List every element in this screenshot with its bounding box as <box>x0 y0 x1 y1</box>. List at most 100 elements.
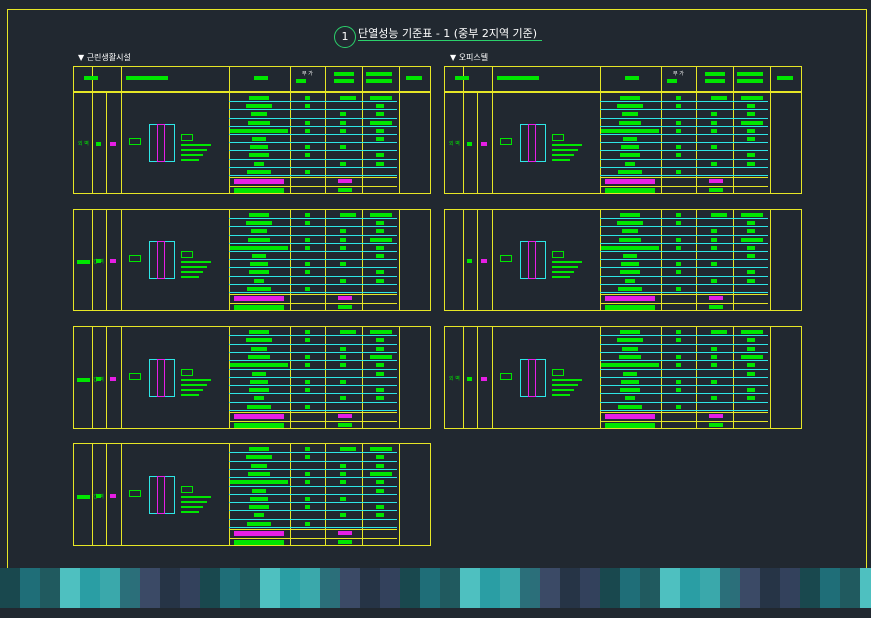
detail-layer <box>528 241 536 279</box>
blur-block <box>680 568 700 608</box>
header-label-bar <box>625 76 639 80</box>
value-bar-material <box>254 513 264 517</box>
row-divider <box>229 118 397 119</box>
value-bar-material <box>230 129 288 133</box>
value-bar-thickness <box>676 221 681 225</box>
group-label-bar <box>77 260 90 264</box>
value-bar-conductivity <box>340 447 356 451</box>
criteria-bar <box>234 540 284 545</box>
row-divider <box>600 335 768 336</box>
header-column-divider <box>121 67 122 91</box>
value-bar-conductivity <box>340 96 356 100</box>
row-divider <box>229 292 397 293</box>
value-bar-material <box>230 246 288 250</box>
value-bar-thickness <box>305 380 310 384</box>
blur-block <box>660 568 680 608</box>
column-divider <box>121 93 122 193</box>
value-bar-thickness <box>676 287 681 291</box>
footer-divider <box>600 421 768 422</box>
column-divider <box>399 327 400 428</box>
value-bar-conductivity <box>711 96 727 100</box>
value-bar-resistance <box>747 162 755 166</box>
row-divider <box>600 344 768 345</box>
detail-note-line <box>181 149 207 151</box>
total-value-bar <box>338 179 352 183</box>
total-value-bar <box>709 296 723 300</box>
value-bar-conductivity <box>340 464 346 468</box>
value-bar-material <box>246 455 272 459</box>
row-divider <box>600 235 768 236</box>
detail-note-line <box>181 271 203 273</box>
value-bar-resistance <box>741 238 763 242</box>
value-bar-material <box>247 522 271 526</box>
value-bar-resistance <box>370 355 392 359</box>
value-bar-conductivity <box>711 262 717 266</box>
row-divider <box>229 226 397 227</box>
footer-divider <box>229 529 397 530</box>
row-divider <box>229 159 397 160</box>
header-label-bar <box>406 76 422 80</box>
value-bar-material <box>247 405 271 409</box>
section-table-l3: 간 벽 <box>73 326 431 429</box>
detail-note-line <box>181 378 211 381</box>
value-bar-material <box>248 121 270 125</box>
value-bar-resistance <box>376 372 384 376</box>
value-bar-conductivity <box>711 279 717 283</box>
column-divider <box>290 210 291 310</box>
value-bar-material <box>620 270 640 274</box>
section-label-right: ▼ 오피스텔 <box>450 53 489 62</box>
blur-block <box>460 568 480 608</box>
value-bar-conductivity <box>340 330 356 334</box>
value-bar-conductivity <box>711 229 717 233</box>
column-divider <box>229 210 230 310</box>
layer-marker-magenta <box>110 493 116 498</box>
value-bar-conductivity <box>711 380 717 384</box>
header-label-bar <box>705 72 725 76</box>
detail-note-line <box>552 261 582 263</box>
row-divider <box>229 267 397 268</box>
value-bar-thickness <box>676 246 681 250</box>
column-divider <box>661 93 662 193</box>
value-bar-resistance <box>376 505 384 509</box>
value-bar-material <box>252 489 266 493</box>
criteria-value-bar <box>338 188 352 192</box>
value-bar-material <box>618 287 642 291</box>
value-bar-thickness <box>305 121 310 125</box>
detail-note-line <box>552 159 570 161</box>
column-divider <box>733 210 734 310</box>
value-bar-material <box>625 162 635 166</box>
value-bar-material <box>247 287 271 291</box>
footer-divider <box>600 303 768 304</box>
detail-tag-box <box>181 485 193 493</box>
column-divider <box>600 93 601 193</box>
row-divider <box>229 527 397 528</box>
blur-block <box>800 568 820 608</box>
detail-tag-box <box>552 134 564 141</box>
detail-note-line <box>181 388 203 391</box>
header-label-bar <box>254 76 268 80</box>
blur-block <box>500 568 520 608</box>
criteria-value-bar <box>709 423 723 427</box>
row-divider <box>229 402 397 403</box>
blur-block <box>340 568 360 608</box>
footer-divider <box>600 294 768 295</box>
layer-marker <box>467 376 472 381</box>
criteria-bar <box>234 188 284 193</box>
blur-block <box>280 568 300 608</box>
value-bar-conductivity <box>340 162 346 166</box>
blur-block <box>560 568 580 608</box>
column-divider <box>733 93 734 193</box>
value-bar-material <box>618 405 642 409</box>
column-divider <box>399 444 400 545</box>
footer-divider <box>600 186 768 187</box>
row-divider <box>600 167 768 168</box>
row-divider <box>229 259 397 260</box>
row-divider <box>229 150 397 151</box>
value-bar-conductivity <box>340 347 346 351</box>
value-bar-conductivity <box>340 380 346 384</box>
section-table-r3: 외 벽 <box>444 326 802 429</box>
value-bar-material <box>617 104 643 108</box>
value-bar-resistance <box>741 96 763 100</box>
value-bar-material <box>252 372 266 376</box>
blur-block <box>780 568 800 608</box>
